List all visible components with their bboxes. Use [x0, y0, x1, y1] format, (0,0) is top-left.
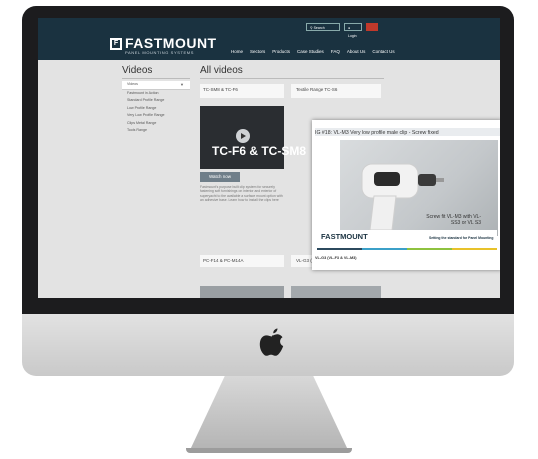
monitor-stand — [190, 376, 348, 450]
search-icon: ⚲ — [310, 26, 313, 30]
sidebar-item-low[interactable]: Low Profile Range — [122, 105, 190, 113]
login-button[interactable]: ● Login — [344, 23, 362, 38]
sidebar-item-tools[interactable]: Tools Range — [122, 127, 190, 135]
play-icon[interactable] — [236, 129, 250, 143]
site-logo-subtitle: PANEL MOUNTING SYSTEMS — [125, 50, 194, 55]
sidebar-item-action[interactable]: Fastmount in Action — [122, 90, 190, 98]
sidebar-title: Videos — [122, 65, 153, 76]
nav-home[interactable]: Home — [231, 49, 243, 54]
popup-title: IG #18: VL-M3 Very low profile male clip… — [315, 130, 439, 136]
search-placeholder: Search — [313, 26, 325, 30]
video-card-title[interactable]: TC-SM8 & TC-F6 — [203, 87, 238, 92]
popup-logo: FASTMOUNT — [321, 232, 368, 241]
page-title: All videos — [200, 65, 243, 76]
watch-now-button[interactable]: Watch now — [200, 172, 240, 182]
site-logo[interactable]: FASTMOUNT — [125, 35, 217, 51]
apple-logo-icon — [259, 328, 284, 356]
popup-tagline: Setting the standard for Panel Mounting — [429, 236, 494, 240]
chevron-down-icon: ▼ — [180, 82, 184, 87]
video-thumbnail[interactable] — [291, 286, 381, 298]
nav-contact-us[interactable]: Contact Us — [372, 49, 394, 54]
popup-bottom-label: VL-G3 (VL-F3 & VL-M3) — [315, 256, 357, 260]
video-thumbnail[interactable] — [200, 286, 284, 298]
divider — [200, 78, 384, 79]
user-icon: ● — [348, 26, 351, 30]
video-card-title[interactable]: PC-F14 & PC-M14A — [203, 258, 244, 263]
nav-about-us[interactable]: About Us — [347, 49, 366, 54]
nav-products[interactable]: Products — [272, 49, 290, 54]
sidebar-item-standard[interactable]: Standard Profile Range — [122, 97, 190, 105]
video-thumbnail-text: TC-F6 & TC-SM8 — [212, 144, 306, 158]
monitor-screen: F FASTMOUNT PANEL MOUNTING SYSTEMS ⚲ Sea… — [38, 18, 500, 298]
main-nav: Home Sectors Products Case Studies FAQ A… — [231, 49, 395, 54]
nav-sectors[interactable]: Sectors — [250, 49, 265, 54]
logo-mark-icon: F — [110, 38, 122, 50]
popup-caption: Screw fit VL-M3 with VL-SS3 or VL S3 — [426, 214, 481, 226]
search-input[interactable]: ⚲ Search — [306, 23, 340, 31]
brand-stripe — [317, 248, 497, 250]
flag-icon[interactable] — [366, 23, 378, 31]
nav-case-studies[interactable]: Case Studies — [297, 49, 324, 54]
nav-faq[interactable]: FAQ — [331, 49, 340, 54]
divider — [122, 78, 190, 79]
video-description: Fastmount's purpose built clip system fo… — [200, 185, 283, 202]
monitor-stand-base — [186, 448, 352, 453]
video-card-title[interactable]: Textile Range TC-S6 — [296, 87, 337, 92]
sidebar-item-very-low[interactable]: Very Low Profile Range — [122, 112, 190, 120]
sidebar-menu: Videos Fastmount in Action Standard Prof… — [122, 81, 190, 135]
sidebar-item-clips-metal[interactable]: Clips Metal Range — [122, 120, 190, 128]
login-label: Login — [348, 34, 357, 38]
